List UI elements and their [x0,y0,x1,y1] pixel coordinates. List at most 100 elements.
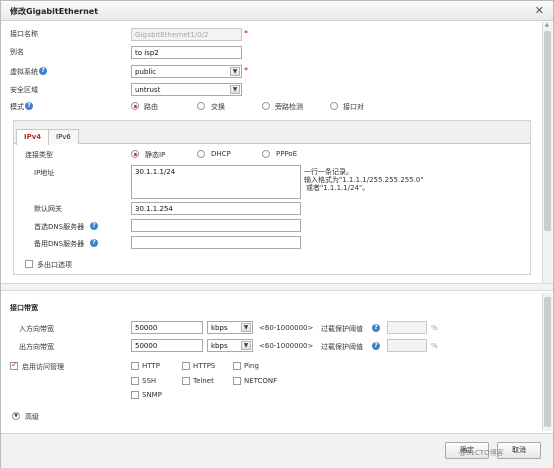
conn-type-label: 连接类型 [25,151,53,159]
http-checkbox[interactable] [131,362,139,370]
outbound-protect-input [387,339,427,352]
static-ip-label: 静态IP [145,151,166,159]
dns1-input[interactable] [131,219,301,232]
mode-route-label: 路由 [144,103,158,111]
snmp-checkbox[interactable] [131,391,139,399]
https-label: HTTPS [193,362,216,370]
mode-bypass-label: 旁路检测 [275,103,303,111]
multi-exit-label: 多出口选项 [37,261,72,269]
zone-value: untrust [135,86,161,94]
scrollbar-upper[interactable]: ▲ ▼ [542,22,552,289]
telnet-checkbox[interactable] [182,377,190,385]
section-divider [1,283,553,291]
help-icon[interactable]: ? [25,102,33,110]
vsys-select[interactable]: public ▼ [131,65,242,78]
outbound-range: <60-1000000> [259,342,314,350]
pppoe-radio[interactable] [262,150,270,158]
pppoe-label: PPPoE [276,150,298,158]
ssh-label: SSH [142,377,157,385]
help-icon[interactable]: ? [372,324,380,332]
vsys-label: 虚拟系统 [10,68,38,76]
mode-switch-label: 交换 [211,103,225,111]
inbound-protect-label: 过载保护阈值 [321,325,363,333]
inbound-unit-select[interactable]: kbps ▼ [207,321,253,334]
netconf-checkbox[interactable] [233,377,241,385]
required-mark: * [244,66,248,75]
vsys-value: public [135,68,157,76]
mode-switch-radio[interactable] [197,102,205,110]
inbound-input[interactable]: 50000 [131,321,203,334]
snmp-label: SNMP [142,391,162,399]
ssh-checkbox[interactable] [131,377,139,385]
bandwidth-section-title: 接口带宽 [10,304,38,312]
watermark: @51CTO博客 [459,449,504,457]
scrollbar-thumb[interactable] [544,31,551,231]
outbound-label: 出方向带宽 [19,343,54,351]
scroll-up-icon[interactable]: ▲ [545,22,549,28]
mode-route-radio[interactable] [131,102,139,110]
tab-strip [13,120,531,144]
ping-label: Ping [244,362,259,370]
outbound-unit-value: kbps [211,342,228,350]
outbound-protect-label: 过载保护阈值 [321,343,363,351]
inbound-percent: % [431,324,438,332]
interface-name-label: 接口名称 [10,30,38,38]
mode-pair-label: 接口对 [343,103,364,111]
interface-name-field: GigabitEthernet1/0/2 [131,28,242,41]
ping-checkbox[interactable] [233,362,241,370]
http-label: HTTP [142,362,160,370]
tab-ipv6[interactable]: IPv6 [48,129,79,144]
chevron-down-icon[interactable]: ▼ [230,85,240,94]
dns1-label: 首选DNS服务器 [34,223,85,231]
https-checkbox[interactable] [182,362,190,370]
access-mgmt-label: 启用访问管理 [22,363,64,371]
ip-hint-line-1: 一行一条记录。 [304,168,353,176]
dialog-window: 修改GigabitEthernet ✕ ▲ ▼ 接口名称 GigabitEthe… [0,0,554,468]
chevron-down-icon[interactable]: ▼ [241,341,251,350]
help-icon[interactable]: ? [39,67,47,75]
outbound-unit-select[interactable]: kbps ▼ [207,339,253,352]
help-icon[interactable]: ? [90,222,98,230]
close-icon[interactable]: ✕ [535,4,544,17]
chevron-down-icon[interactable]: ▼ [241,323,251,332]
netconf-label: NETCONF [244,377,278,385]
scrollbar-thumb[interactable] [544,297,551,427]
inbound-protect-input [387,321,427,334]
chevron-down-icon[interactable]: ▼ [12,412,20,420]
help-icon[interactable]: ? [372,342,380,350]
outbound-percent: % [431,342,438,350]
dns2-label: 备用DNS服务器 [34,240,85,248]
tab-ipv4[interactable]: IPv4 [16,129,50,145]
mode-label: 模式 [10,103,24,111]
dialog-titlebar: 修改GigabitEthernet ✕ [1,1,553,21]
access-mgmt-checkbox[interactable] [10,360,18,370]
zone-label: 安全区域 [10,86,38,94]
gateway-input[interactable]: 30.1.1.254 [131,202,301,215]
gateway-label: 默认网关 [34,205,62,213]
dhcp-label: DHCP [211,150,231,158]
scrollbar-lower[interactable] [542,293,552,431]
inbound-label: 入方向带宽 [19,325,54,333]
required-mark: * [244,29,248,38]
inbound-range: <60-1000000> [259,324,314,332]
dns2-input[interactable] [131,236,301,249]
mode-pair-radio[interactable] [330,102,338,110]
ip-hint-line-3: 或者"1.1.1.1/24"。 [306,184,370,192]
dhcp-radio[interactable] [197,150,205,158]
advanced-toggle-label[interactable]: 高级 [25,412,39,422]
ip-address-textarea[interactable]: 30.1.1.1/24 [131,165,301,199]
zone-select[interactable]: untrust ▼ [131,83,242,96]
alias-label: 别名 [10,48,24,56]
static-ip-radio[interactable] [131,150,139,158]
multi-exit-checkbox[interactable] [25,260,33,268]
chevron-down-icon[interactable]: ▼ [230,67,240,76]
ip-address-label: IP地址 [34,169,55,177]
inbound-unit-value: kbps [211,324,228,332]
mode-bypass-radio[interactable] [262,102,270,110]
dialog-title: 修改GigabitEthernet [10,7,99,16]
help-icon[interactable]: ? [90,239,98,247]
outbound-input[interactable]: 50000 [131,339,203,352]
alias-input[interactable]: to isp2 [131,46,242,59]
telnet-label: Telnet [193,377,214,385]
ip-hint-line-2: 输入格式为"1.1.1.1/255.255.255.0" [304,176,424,184]
